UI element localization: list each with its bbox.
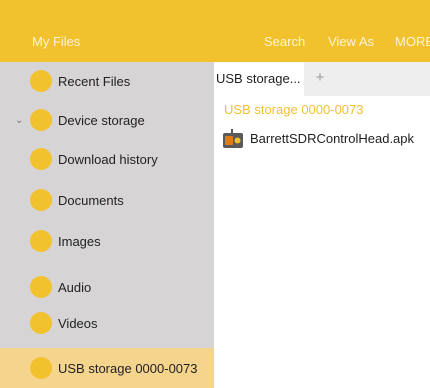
more-button[interactable]: MORE [395, 34, 430, 49]
tab-usb-storage[interactable]: USB storage... [214, 62, 304, 96]
tab-label: USB storage... [216, 71, 301, 86]
view-as-button[interactable]: View As [328, 34, 374, 49]
app-title: My Files [32, 34, 81, 49]
download-icon [30, 148, 52, 170]
video-icon [30, 312, 52, 334]
sidebar-item-audio[interactable]: Audio [0, 274, 214, 300]
apk-file-icon [223, 129, 243, 148]
sidebar: Recent Files ⌄ Device storage Download h… [0, 62, 214, 388]
sidebar-item-download-history[interactable]: Download history [0, 146, 214, 172]
sidebar-item-label: USB storage 0000-0073 [58, 361, 198, 376]
list-item[interactable]: BarrettSDRControlHead.apk [222, 126, 428, 152]
file-name: BarrettSDRControlHead.apk [250, 131, 415, 146]
usb-icon [30, 357, 52, 379]
storage-icon [30, 109, 52, 131]
sidebar-item-label: Audio [58, 280, 92, 295]
sidebar-item-documents[interactable]: Documents [0, 187, 214, 213]
sidebar-item-label: Images [58, 234, 101, 249]
sidebar-item-label: Device storage [58, 113, 145, 128]
sidebar-item-label: Recent Files [58, 74, 131, 89]
top-app-bar: My Files Search View As MORE [0, 0, 430, 62]
sidebar-item-label: Download history [58, 152, 158, 167]
sidebar-item-usb-storage[interactable]: USB storage 0000-0073 [0, 348, 214, 388]
add-tab-button[interactable]: + [310, 68, 330, 88]
file-browser-pane: USB storage... + USB storage 0000-0073 B… [214, 62, 430, 388]
image-icon [30, 230, 52, 252]
search-button[interactable]: Search [264, 34, 305, 49]
my-files-window: My Files Search View As MORE Recent File… [0, 0, 430, 388]
sidebar-item-label: Videos [58, 316, 98, 331]
folder-icon [30, 70, 52, 92]
document-icon [30, 189, 52, 211]
sidebar-item-videos[interactable]: Videos [0, 310, 214, 336]
tab-bar: USB storage... + [214, 62, 430, 96]
breadcrumb[interactable]: USB storage 0000-0073 [224, 102, 363, 117]
sidebar-item-images[interactable]: Images [0, 228, 214, 254]
audio-icon [30, 276, 52, 298]
sidebar-item-recent-files[interactable]: Recent Files [0, 68, 214, 94]
chevron-down-icon[interactable]: ⌄ [15, 115, 23, 126]
sidebar-item-device-storage[interactable]: ⌄ Device storage [0, 107, 214, 133]
sidebar-item-label: Documents [58, 193, 124, 208]
